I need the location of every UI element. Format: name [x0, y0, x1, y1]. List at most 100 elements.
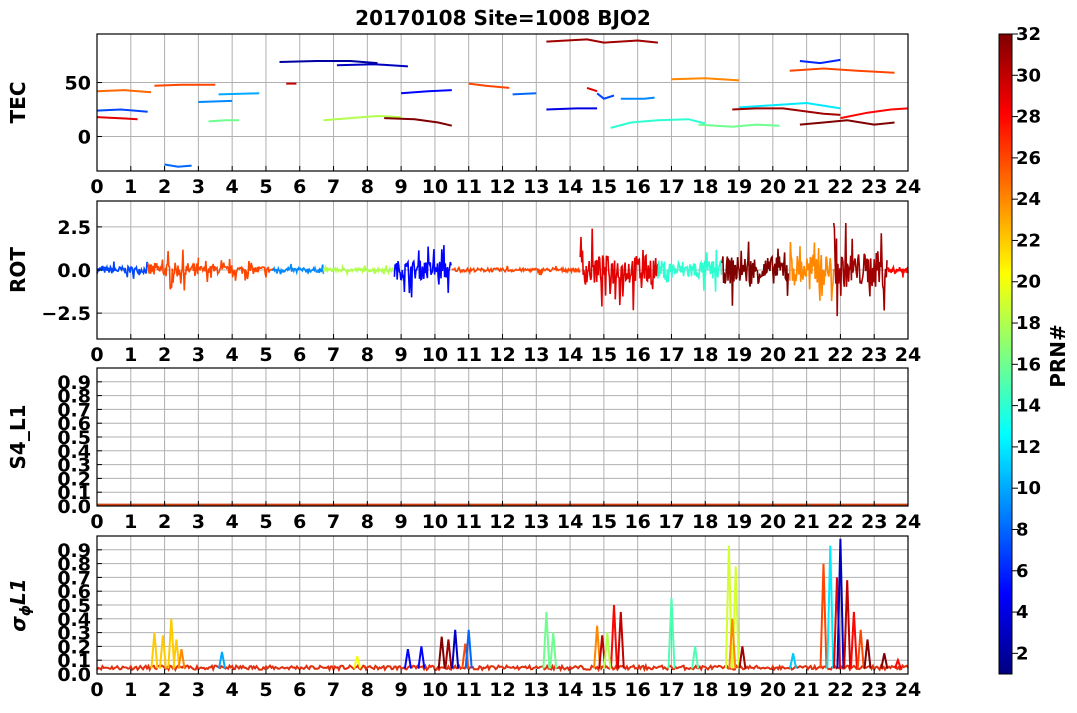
series-line-prn-31: [732, 107, 841, 116]
x-tick-label: 19: [726, 679, 752, 701]
x-tick-label: 0: [90, 511, 103, 533]
series-line-prn-16: [208, 119, 239, 123]
x-tick-label: 14: [557, 511, 583, 533]
x-tick-label: 24: [895, 511, 921, 533]
colorbar-tick-label: 14: [1016, 396, 1041, 417]
series-line-prn-3: [336, 63, 408, 68]
series-line-prn-2: [279, 60, 378, 65]
series-line-prn-31: [546, 38, 659, 44]
rot-trace-prn-28: [886, 264, 909, 278]
series-line-prn-7: [96, 108, 148, 113]
colorbar-label: PRN#: [1046, 324, 1070, 388]
x-tick-label: 13: [523, 176, 549, 198]
x-tick-label: 11: [455, 176, 481, 198]
x-tick-label: 17: [658, 176, 684, 198]
series-line-prn-5: [401, 89, 452, 95]
series-line-prn-26: [154, 83, 216, 87]
x-tick-label: 13: [523, 344, 549, 366]
x-tick-label: 22: [827, 344, 853, 366]
colorbar-tick-label: 2: [1016, 643, 1029, 664]
series-line-prn-10: [218, 92, 260, 96]
x-tick-label: 14: [557, 344, 583, 366]
x-tick-label: 19: [726, 176, 752, 198]
x-tick-label: 23: [861, 344, 887, 366]
x-tick-label: 16: [624, 511, 650, 533]
series-line-prn-29: [586, 86, 598, 93]
x-tick-label: 11: [455, 344, 481, 366]
x-tick-label: 8: [361, 344, 374, 366]
x-tick-label: 22: [827, 176, 853, 198]
x-tick-label: 6: [293, 344, 306, 366]
x-tick-label: 15: [591, 176, 617, 198]
x-tick-label: 20: [760, 679, 786, 701]
colorbar-tick-label: 30: [1016, 65, 1041, 86]
x-tick-label: 5: [259, 176, 272, 198]
series-line-prn-9: [620, 96, 655, 100]
series-line-prn-7: [596, 92, 615, 100]
x-tick-label: 3: [192, 344, 205, 366]
colorbar-tick-label: 8: [1016, 519, 1029, 540]
x-tick-label: 18: [692, 679, 718, 701]
x-tick-label: 10: [422, 679, 448, 701]
rot-trace-prn-26: [451, 265, 581, 276]
x-tick-label: 0: [90, 679, 103, 701]
colorbar-gradient: [998, 33, 1013, 675]
prn-colorbar: 2468101214161820222426283032 PRN#: [998, 24, 1070, 675]
x-tick-label: 23: [861, 176, 887, 198]
x-tick-label: 16: [624, 176, 650, 198]
sigma-spike-prn-15: [691, 646, 700, 669]
x-tick-label: 15: [591, 344, 617, 366]
rot-trace-prn-29: [579, 228, 659, 311]
x-tick-label: 15: [591, 679, 617, 701]
y-tick-label: 0.9: [57, 540, 91, 562]
x-tick-label: 16: [624, 679, 650, 701]
x-tick-label: 19: [726, 511, 752, 533]
x-tick-label: 5: [259, 679, 272, 701]
series-line-prn-14: [610, 118, 706, 129]
y-tick-label: 0: [78, 126, 91, 148]
x-tick-label: 11: [455, 679, 481, 701]
y-tick-label: 50: [65, 73, 91, 95]
x-tick-label: 13: [523, 679, 549, 701]
x-tick-label: 12: [489, 679, 515, 701]
sigma-phi-panel: 0 1 2 3 4 5 6 7 8 9 10 11 12 13 14 15 16 17 18 19 20 21 22 23 24…: [6, 535, 921, 701]
x-tick-label: 21: [793, 344, 819, 366]
x-tick-label: 3: [192, 176, 205, 198]
x-tick-label: 20: [760, 511, 786, 533]
series-line-prn-32: [384, 117, 453, 127]
y-tick-label: −2.5: [41, 303, 91, 325]
sigma-spike-prn-26: [856, 629, 865, 669]
series-line-prn-9: [198, 99, 233, 103]
x-tick-label: 21: [793, 176, 819, 198]
x-tick-label: 7: [327, 344, 340, 366]
sigma-spike-prn-30: [843, 580, 852, 669]
x-tick-label: 16: [624, 344, 650, 366]
x-tick-label: 9: [395, 344, 408, 366]
x-tick-label: 2: [158, 344, 171, 366]
colorbar-tick-label: 22: [1016, 230, 1041, 251]
series-line-prn-4: [546, 107, 598, 111]
x-tick-label: 12: [489, 344, 515, 366]
x-tick-label: 12: [489, 511, 515, 533]
rot-trace-prn-32: [721, 241, 791, 306]
x-tick-label: 24: [895, 344, 921, 366]
sigma-spike-prn-32: [437, 636, 446, 669]
colorbar-tick-label: 18: [1016, 313, 1041, 334]
x-tick-label: 14: [557, 176, 583, 198]
colorbar-tick-label: 12: [1016, 437, 1041, 458]
sigma-spike-prn-11: [789, 653, 798, 669]
x-tick-label: 6: [293, 511, 306, 533]
x-tick-label: 24: [895, 679, 921, 701]
x-tick-label: 2: [158, 511, 171, 533]
x-tick-label: 8: [361, 679, 374, 701]
y-axis-label: σϕL1: [6, 578, 34, 631]
x-tick-label: 18: [692, 344, 718, 366]
x-tick-label: 1: [124, 344, 137, 366]
x-tick-label: 18: [692, 511, 718, 533]
sigma-spike-prn-18: [603, 632, 612, 669]
x-tick-label: 19: [726, 344, 752, 366]
y-axis-label: S4_L1: [6, 405, 30, 470]
sigma-spike-prn-32: [863, 639, 872, 669]
colorbar-tick-label: 24: [1016, 189, 1041, 210]
x-tick-label: 1: [124, 679, 137, 701]
